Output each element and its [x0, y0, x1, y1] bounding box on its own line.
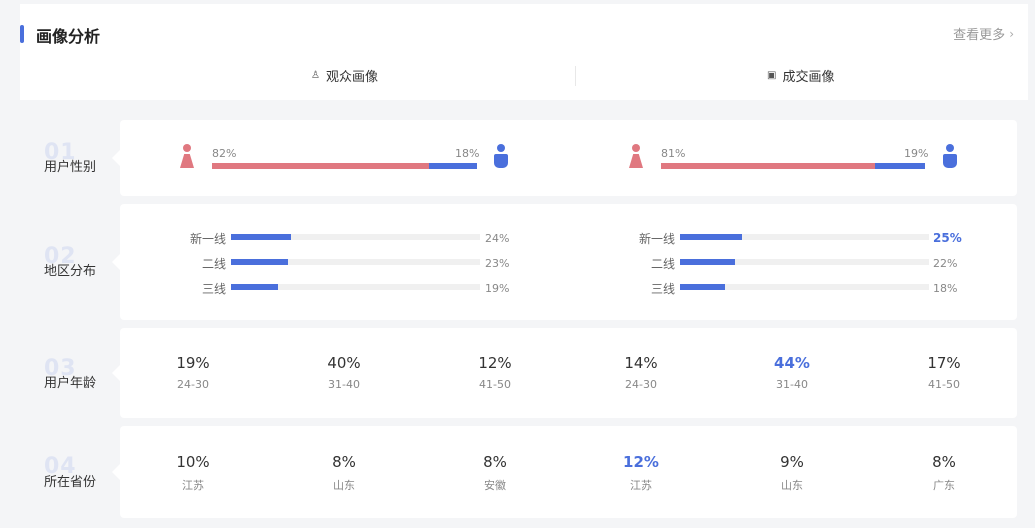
- region-bar: [680, 259, 929, 265]
- male-icon: [494, 144, 508, 172]
- age-stat: 44% 31-40: [752, 354, 832, 391]
- province-value: 9%: [780, 453, 804, 471]
- age-range-label: 24-30: [625, 378, 657, 391]
- age-stat: 12% 41-50: [455, 354, 535, 391]
- tab-divider: [575, 66, 576, 86]
- title-accent-bar: [20, 25, 24, 43]
- region-label: 新一线: [189, 232, 226, 246]
- section-label: 所在省份: [44, 475, 97, 490]
- region-value: 19%: [485, 282, 510, 295]
- tab-deal-label: 成交画像: [782, 70, 835, 85]
- gender-ratio-bar: [661, 163, 925, 169]
- tab-deal-profile[interactable]: ▣ 成交画像: [767, 66, 834, 85]
- region-value: 23%: [485, 257, 510, 270]
- age-section: 03 用户年龄 19% 24-30 40% 31-40 12% 41-50 14…: [0, 328, 1035, 418]
- header-panel: 画像分析 查看更多 › ♙ 观众画像 ▣ 成交画像: [20, 4, 1028, 100]
- region-bar: [680, 234, 929, 240]
- region-value: 24%: [485, 232, 510, 245]
- province-card: 10% 江苏 8% 山东 8% 安徽 12% 江苏 9% 山东 8% 广东: [112, 426, 1017, 518]
- age-range-label: 24-30: [177, 378, 209, 391]
- region-label: 三线: [650, 282, 675, 296]
- gender-ratio-bar: [212, 163, 477, 169]
- person-icon: ♙: [311, 70, 320, 81]
- male-icon: [943, 144, 957, 172]
- region-bar: [231, 259, 480, 265]
- region-value: 25%: [933, 231, 962, 245]
- region-value: 22%: [933, 257, 958, 270]
- age-range-label: 41-50: [928, 378, 960, 391]
- tab-audience-label: 观众画像: [325, 70, 378, 85]
- age-stat: 19% 24-30: [153, 354, 233, 391]
- female-icon: [629, 144, 643, 172]
- region-bar: [680, 284, 929, 290]
- section-label: 用户性别: [44, 160, 97, 175]
- female-percent: 81%: [661, 147, 686, 160]
- gender-card: 82% 18% 81% 19%: [112, 120, 1017, 196]
- gender-section: 01 用户性别 82% 18% 81% 19%: [0, 120, 1035, 196]
- age-stat: 17% 41-50: [904, 354, 984, 391]
- province-stat: 8% 广东: [904, 453, 984, 493]
- receipt-icon: ▣: [767, 70, 777, 81]
- male-percent: 18%: [455, 147, 480, 160]
- male-percent: 19%: [904, 147, 929, 160]
- age-stat: 40% 31-40: [304, 354, 384, 391]
- province-stat: 8% 安徽: [455, 453, 535, 493]
- age-range-label: 31-40: [328, 378, 360, 391]
- region-label: 新一线: [638, 232, 675, 246]
- section-label: 用户年龄: [44, 376, 97, 391]
- view-more-link[interactable]: 查看更多 ›: [953, 24, 1014, 44]
- region-label: 二线: [650, 257, 675, 271]
- age-card: 19% 24-30 40% 31-40 12% 41-50 14% 24-30 …: [112, 328, 1017, 418]
- province-name: 山东: [333, 479, 355, 492]
- age-value: 12%: [478, 354, 512, 372]
- female-icon: [180, 144, 194, 172]
- province-stat: 8% 山东: [304, 453, 384, 493]
- page-title: 画像分析: [36, 27, 101, 46]
- chevron-right-icon: ›: [1009, 26, 1014, 41]
- province-stat: 12% 江苏: [601, 453, 681, 493]
- view-more-label: 查看更多: [953, 28, 1006, 43]
- region-bar: [231, 234, 480, 240]
- province-value: 12%: [623, 453, 659, 471]
- age-value: 17%: [927, 354, 961, 372]
- province-name: 安徽: [484, 479, 506, 492]
- province-stat: 9% 山东: [752, 453, 832, 493]
- province-name: 江苏: [182, 479, 204, 492]
- province-name: 广东: [933, 479, 955, 492]
- age-value: 19%: [176, 354, 210, 372]
- region-bar: [231, 284, 480, 290]
- age-stat: 14% 24-30: [601, 354, 681, 391]
- region-section: 02 地区分布 新一线 24% 二线 23% 三线 19% 新一线 25% 二线…: [0, 204, 1035, 320]
- province-section: 04 所在省份 10% 江苏 8% 山东 8% 安徽 12% 江苏 9% 山东 …: [0, 426, 1035, 518]
- province-name: 江苏: [630, 479, 652, 492]
- province-value: 8%: [483, 453, 507, 471]
- region-label: 二线: [201, 257, 226, 271]
- province-stat: 10% 江苏: [153, 453, 233, 493]
- province-value: 10%: [176, 453, 210, 471]
- age-range-label: 31-40: [776, 378, 808, 391]
- province-name: 山东: [781, 479, 803, 492]
- section-label: 地区分布: [44, 264, 97, 279]
- age-value: 40%: [327, 354, 361, 372]
- age-value: 44%: [774, 354, 810, 372]
- female-percent: 82%: [212, 147, 237, 160]
- region-value: 18%: [933, 282, 958, 295]
- tab-audience-profile[interactable]: ♙ 观众画像: [311, 66, 378, 85]
- province-value: 8%: [332, 453, 356, 471]
- age-range-label: 41-50: [479, 378, 511, 391]
- region-label: 三线: [201, 282, 226, 296]
- region-card: 新一线 24% 二线 23% 三线 19% 新一线 25% 二线 22% 三线 …: [112, 204, 1017, 320]
- age-value: 14%: [624, 354, 658, 372]
- province-value: 8%: [932, 453, 956, 471]
